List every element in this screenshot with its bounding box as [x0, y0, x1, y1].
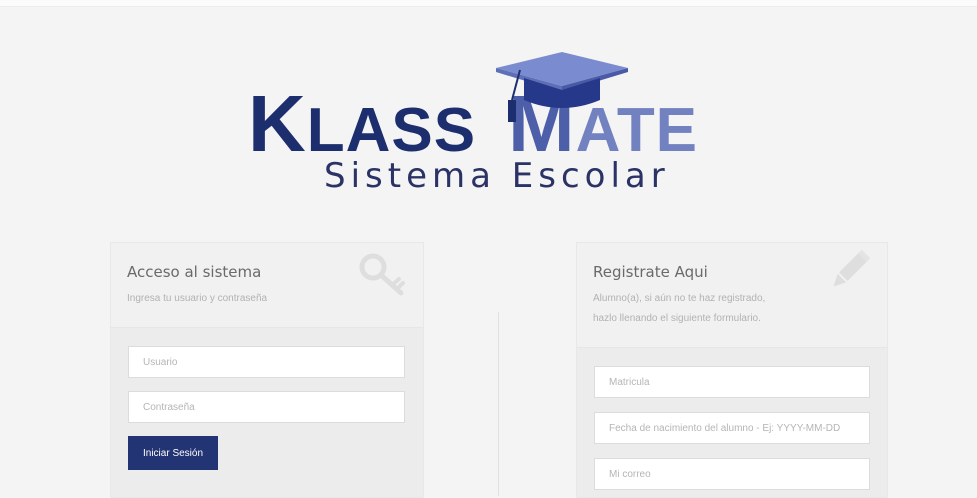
register-panel: Registrate Aqui Alumno(a), si aún no te … [576, 242, 888, 498]
register-description-line1: Alumno(a), si aún no te haz registrado, [593, 293, 766, 304]
username-input[interactable] [129, 347, 404, 377]
password-field[interactable] [128, 391, 405, 423]
register-title: Registrate Aqui [593, 263, 708, 281]
login-description: Ingresa tu usuario y contraseña [127, 293, 268, 304]
logo-word-klass: KLASS [248, 84, 476, 164]
birthdate-field[interactable] [594, 412, 870, 444]
login-panel: Acceso al sistema Ingresa tu usuario y c… [110, 242, 424, 498]
birthdate-input[interactable] [595, 413, 869, 443]
logo-letter-k: K [248, 79, 307, 168]
register-description-line2: hazlo llenando el siguiente formulario. [593, 313, 761, 324]
logo-letters-lass: LASS [306, 96, 477, 165]
matricula-input[interactable] [595, 367, 869, 397]
username-field[interactable] [128, 346, 405, 378]
key-icon [359, 253, 405, 296]
panel-divider [498, 312, 499, 496]
login-button[interactable]: Iniciar Sesión [128, 436, 218, 470]
password-input[interactable] [129, 392, 404, 422]
register-description: Alumno(a), si aún no te haz registrado, … [593, 289, 765, 329]
graduation-cap-icon [496, 52, 628, 122]
logo-subtitle: Sistema Escolar [324, 156, 670, 196]
email-field[interactable] [594, 458, 870, 490]
login-title: Acceso al sistema [127, 263, 262, 281]
matricula-field[interactable] [594, 366, 870, 398]
pencil-icon [833, 249, 871, 287]
register-panel-header: Registrate Aqui Alumno(a), si aún no te … [577, 243, 887, 348]
klassmate-logo: KLASS MATE Sistema Escolar [240, 48, 760, 198]
top-bar [0, 0, 977, 7]
email-input[interactable] [595, 459, 869, 489]
login-panel-header: Acceso al sistema Ingresa tu usuario y c… [111, 243, 423, 328]
